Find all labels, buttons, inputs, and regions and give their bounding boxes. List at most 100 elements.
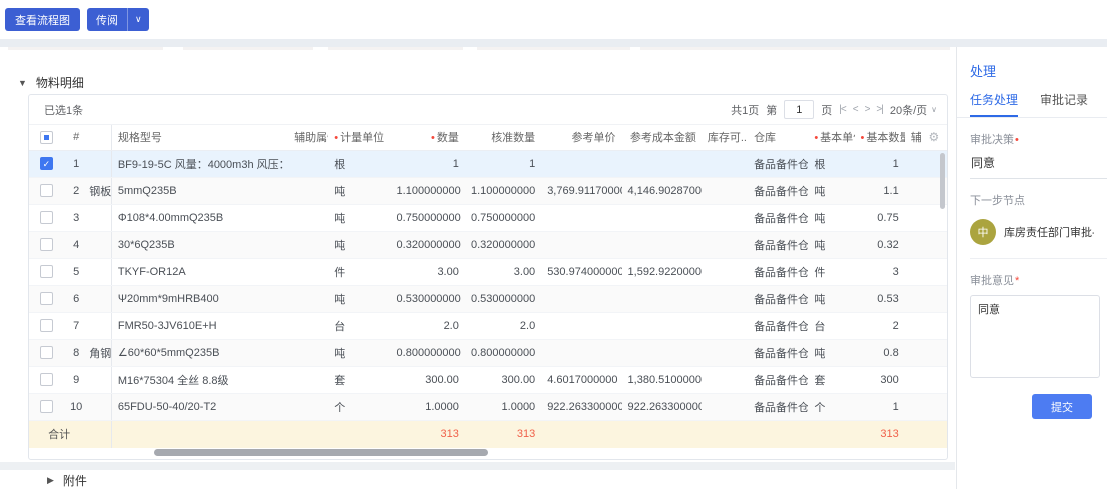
cell-spec: TKYF-OR12A: [111, 258, 288, 285]
column-header-qty[interactable]: •数量: [391, 125, 465, 150]
next-node-text: 库房责任部门审批-: [1004, 224, 1094, 240]
table-row[interactable]: 5 TKYF-OR12A 件 3.00 3.00 530.9740000000 …: [29, 258, 947, 285]
pagination-prev-button[interactable]: <: [853, 104, 858, 115]
submit-button[interactable]: 提交: [1032, 394, 1092, 419]
required-icon: •: [431, 132, 435, 144]
table-row[interactable]: 3 Φ108*4.00mmQ235B 吨 0.750000000 0.75000…: [29, 204, 947, 231]
column-header-unit[interactable]: •计量单位: [328, 125, 390, 150]
circulate-dropdown-chevron-icon[interactable]: ∨: [127, 8, 149, 31]
cell-qty: 0.800000000: [391, 339, 465, 366]
row-checkbox[interactable]: [40, 373, 53, 386]
table-row[interactable]: 6 Ψ20mm*9mHRB400 吨 0.530000000 0.5300000…: [29, 285, 947, 312]
circulate-button[interactable]: 传阅 ∨: [87, 8, 149, 31]
select-all-checkbox[interactable]: [40, 131, 53, 144]
table-row[interactable]: 9 M16*75304 全丝 8.8级 套 300.00 300.00 4.60…: [29, 366, 947, 393]
cell-stock: [702, 285, 748, 312]
pagination-last-button[interactable]: >|: [876, 104, 882, 115]
cell-qty: 300.00: [391, 366, 465, 393]
cell-gear-spacer: [921, 285, 947, 312]
cell-ref-cost: 1,380.5100000000: [622, 366, 702, 393]
column-settings-gear-icon[interactable]: ⚙: [929, 130, 940, 144]
material-section-title: 物料明细: [36, 74, 84, 91]
cell-stock: [702, 177, 748, 204]
row-checkbox[interactable]: [40, 319, 53, 332]
column-header-base-unit[interactable]: •基本单位: [808, 125, 854, 150]
attachment-section-header[interactable]: ▶ 附件: [47, 472, 87, 489]
material-collapse-icon[interactable]: ▼: [18, 78, 27, 88]
approval-decision-select[interactable]: 同意: [970, 154, 1107, 179]
table-toolbar: 已选1条 共1页 第 页 |< < > >| 20条/页 ∨: [29, 95, 947, 125]
cell-base-unit: 台: [808, 312, 854, 339]
table-row[interactable]: 4 30*6Q235B 吨 0.320000000 0.320000000 备品…: [29, 231, 947, 258]
pagination-first-button[interactable]: |<: [839, 104, 845, 115]
column-header-aux-truncated[interactable]: 辅: [905, 125, 921, 150]
row-checkbox[interactable]: [40, 346, 53, 359]
cell-ref-price: [541, 339, 621, 366]
cell-ref-cost: [622, 204, 702, 231]
cell-warehouse: 备品备件仓: [748, 231, 808, 258]
cell-warehouse: 备品备件仓: [748, 204, 808, 231]
view-flowchart-button[interactable]: 查看流程图: [5, 8, 80, 31]
column-header-aux[interactable]: 辅助属性: [288, 125, 328, 150]
row-checkbox[interactable]: [40, 184, 53, 197]
page-size-select[interactable]: 20条/页 ∨: [890, 102, 937, 118]
table-row[interactable]: 8 角钢 ∠60*60*5mmQ235B 吨 0.800000000 0.800…: [29, 339, 947, 366]
cell-approved-qty: 1: [465, 150, 541, 177]
row-checkbox[interactable]: [40, 157, 53, 170]
cell-base-unit: 套: [808, 366, 854, 393]
material-section-header[interactable]: ▼ 物料明细: [18, 74, 84, 91]
cell-warehouse: 备品备件仓: [748, 366, 808, 393]
cell-stock: [702, 366, 748, 393]
cell-qty: 1.0000: [391, 393, 465, 420]
approval-comment-textarea[interactable]: 同意: [970, 295, 1100, 378]
column-header-warehouse[interactable]: 仓库: [748, 125, 808, 150]
cell-unit: 套: [328, 366, 390, 393]
cell-ref-cost: 922.2633000000: [622, 393, 702, 420]
attachment-collapse-icon[interactable]: ▶: [47, 475, 54, 486]
cell-qty: 0.320000000: [391, 231, 465, 258]
cell-partial-name: 钢板: [89, 177, 111, 204]
tab-approval-records[interactable]: 审批记录: [1040, 91, 1088, 117]
material-table-card: 已选1条 共1页 第 页 |< < > >| 20条/页 ∨ #: [28, 94, 948, 460]
cell-base-qty: 1: [855, 393, 905, 420]
column-header-approved-qty[interactable]: 核准数量: [465, 125, 541, 150]
cell-aux: [288, 312, 328, 339]
horizontal-scrollbar[interactable]: [154, 449, 488, 456]
cell-index: 9: [63, 366, 89, 393]
row-checkbox[interactable]: [40, 265, 53, 278]
column-header-ref-cost[interactable]: 参考成本金额: [622, 125, 702, 150]
cell-gear-spacer: [921, 393, 947, 420]
top-divider-band: [0, 39, 1107, 47]
cell-partial-name: [89, 150, 111, 177]
cell-index: 6: [63, 285, 89, 312]
column-header-base-qty[interactable]: •基本数量: [855, 125, 905, 150]
column-header-stock[interactable]: 库存可..⇅: [702, 125, 748, 150]
page-number-input[interactable]: [784, 100, 814, 119]
page-size-label: 20条/页: [890, 102, 927, 118]
vertical-scrollbar[interactable]: [940, 153, 945, 209]
cell-partial-name: [89, 231, 111, 258]
panel-divider: [970, 258, 1107, 259]
column-header-spec[interactable]: 规格型号: [111, 125, 288, 150]
cell-ref-price: [541, 312, 621, 339]
cell-gear-spacer: [921, 312, 947, 339]
column-header-index[interactable]: #: [63, 125, 89, 150]
tab-task-processing[interactable]: 任务处理: [970, 91, 1018, 117]
cell-approved-qty: 0.530000000: [465, 285, 541, 312]
table-row[interactable]: 10 65FDU-50-40/20-T2 个 1.0000 1.0000 922…: [29, 393, 947, 420]
bottom-divider-band: [0, 462, 955, 470]
row-checkbox[interactable]: [40, 238, 53, 251]
row-checkbox[interactable]: [40, 292, 53, 305]
next-node-label: 下一步节点: [970, 192, 1094, 208]
pagination-next-button[interactable]: >: [865, 104, 870, 115]
cell-spec: Ψ20mm*9mHRB400: [111, 285, 288, 312]
table-row[interactable]: 1 BF9-19-5C 风量：4000m3h 风压：5080Pa 功... 根 …: [29, 150, 947, 177]
column-header-ref-price[interactable]: 参考单价: [541, 125, 621, 150]
row-checkbox[interactable]: [40, 211, 53, 224]
cell-index: 1: [63, 150, 89, 177]
cell-warehouse: 备品备件仓: [748, 312, 808, 339]
cell-base-unit: 吨: [808, 204, 854, 231]
table-row[interactable]: 7 FMR50-3JV610E+H 台 2.0 2.0 备品备件仓 台 2: [29, 312, 947, 339]
table-row[interactable]: 2 钢板 5mmQ235B 吨 1.100000000 1.100000000 …: [29, 177, 947, 204]
row-checkbox[interactable]: [40, 400, 53, 413]
